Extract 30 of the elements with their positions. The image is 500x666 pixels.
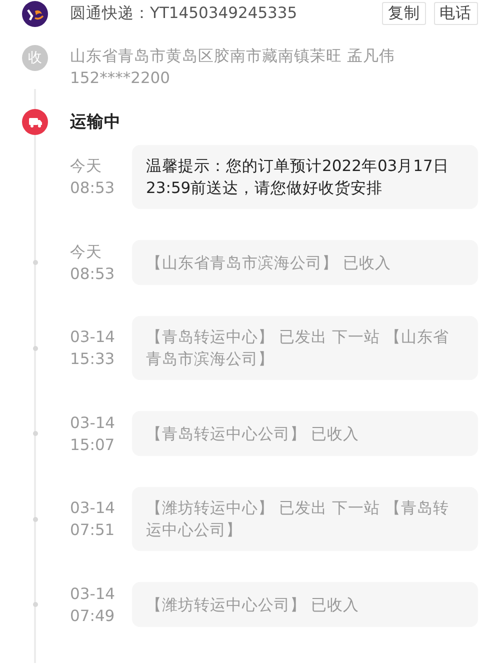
event-message: 温馨提示：您的订单预计2022年03月17日23:59前送达，请您做好收货安排 <box>132 145 478 209</box>
status-label: 运输中 <box>70 110 121 133</box>
event-time: 15:33 <box>70 349 116 370</box>
courier-tracking-number: 圆通快递：YT1450349245335 <box>70 2 298 24</box>
timeline-dot <box>32 602 38 607</box>
timeline-dot <box>32 516 38 522</box>
call-button[interactable]: 电话 <box>434 2 478 25</box>
timeline-dot <box>32 346 38 350</box>
event-date: 03-14 <box>70 412 116 434</box>
event-message: 【潍坊转运中心】 已发出 下一站 【青岛转运中心公司】 <box>132 487 478 551</box>
receiver-phone: 152****2200 <box>70 68 172 89</box>
event-time: 08:53 <box>70 264 116 284</box>
receiver-address: 山东省青岛市黄岛区胶南市藏南镇苿旺 孟凡伟 <box>70 46 395 67</box>
event-date: 今天 <box>70 156 103 177</box>
event-date: 03-14 <box>70 584 116 604</box>
event-time: 07:49 <box>70 606 116 626</box>
logo-icon <box>22 0 48 26</box>
event-time: 08:53 <box>70 178 116 199</box>
event-message: 【山东省青岛市滨海公司】 已收入 <box>132 240 478 285</box>
event-time: 07:51 <box>70 520 116 541</box>
timeline-dot <box>32 260 38 265</box>
event-message: 【青岛转运中心】 已发出 下一站 【山东省青岛市滨海公司】 <box>132 316 478 380</box>
event-message: 【青岛转运中心公司】 已收入 <box>132 411 478 456</box>
event-time: 15:07 <box>70 434 116 456</box>
copy-button[interactable]: 复制 <box>382 2 426 25</box>
event-message: 【潍坊转运中心公司】 已收入 <box>132 582 478 627</box>
event-date: 今天 <box>70 242 103 262</box>
timeline-dot <box>32 431 38 436</box>
event-date: 03-14 <box>70 327 116 348</box>
event-date: 03-14 <box>70 498 116 519</box>
